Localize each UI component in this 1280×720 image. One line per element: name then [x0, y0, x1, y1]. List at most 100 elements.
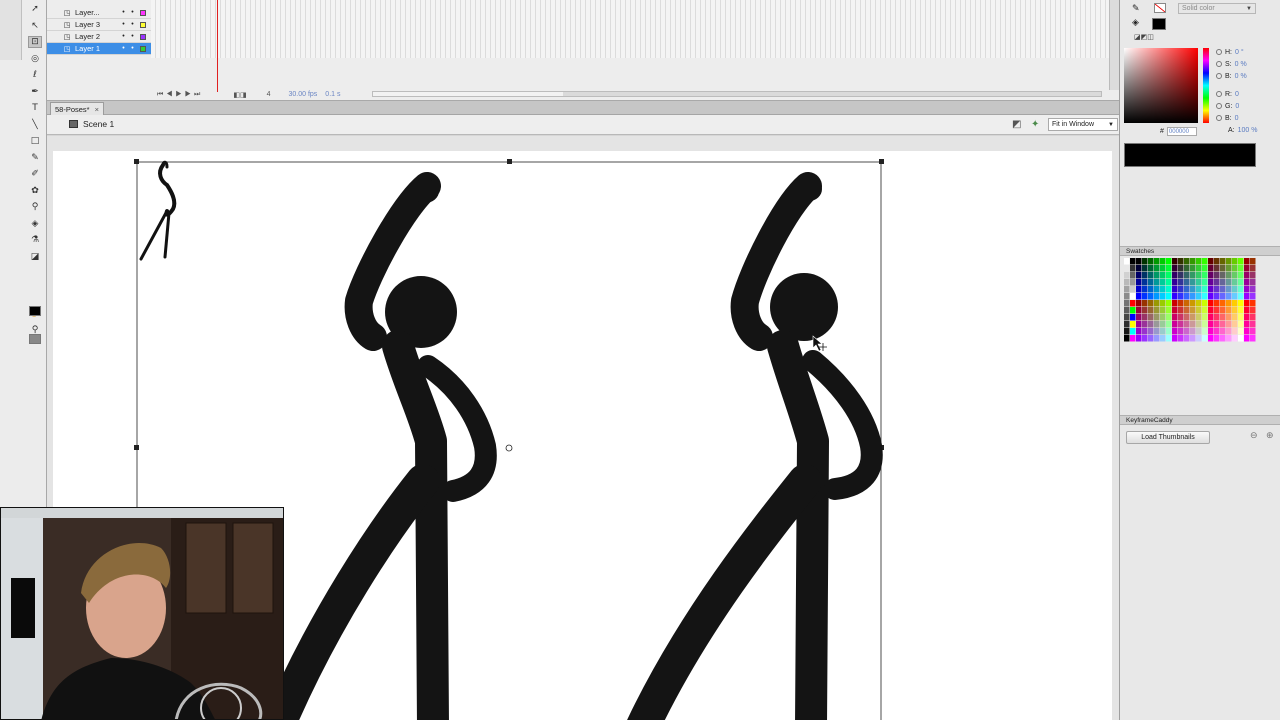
transform-handle-top[interactable]: [507, 159, 512, 164]
color-swatch[interactable]: [1166, 321, 1172, 328]
layer-row[interactable]: ◳ Layer... • •: [47, 7, 151, 19]
transform-handle-top-right[interactable]: [879, 159, 884, 164]
subselection-tool-icon[interactable]: ↖: [28, 20, 42, 32]
color-swatch[interactable]: [1172, 314, 1178, 321]
color-swatch[interactable]: [1238, 300, 1244, 307]
color-swatch[interactable]: [1166, 272, 1172, 279]
color-swatch[interactable]: [1148, 272, 1154, 279]
color-swatch[interactable]: [1202, 300, 1208, 307]
color-swatch[interactable]: [1202, 279, 1208, 286]
color-swatch[interactable]: [1142, 279, 1148, 286]
color-swatch[interactable]: [1226, 293, 1232, 300]
color-swatch[interactable]: [1160, 321, 1166, 328]
color-swatch[interactable]: [1232, 321, 1238, 328]
color-swatch[interactable]: [1250, 272, 1256, 279]
color-swatch[interactable]: [1166, 328, 1172, 335]
layer-visibility-toggle[interactable]: •: [119, 33, 128, 40]
transform-handle-left[interactable]: [134, 445, 139, 450]
color-swatch[interactable]: [1226, 265, 1232, 272]
color-swatch[interactable]: [1238, 321, 1244, 328]
hsb-radio[interactable]: [1216, 61, 1222, 67]
color-swatch[interactable]: [1226, 307, 1232, 314]
color-swatch[interactable]: [1172, 272, 1178, 279]
color-swatch[interactable]: [1142, 293, 1148, 300]
zoom-out-icon[interactable]: ⊖: [1250, 431, 1262, 443]
color-swatch[interactable]: [1250, 258, 1256, 265]
color-swatch[interactable]: [1148, 335, 1154, 342]
color-swatch[interactable]: [1202, 321, 1208, 328]
color-swatch[interactable]: [1190, 314, 1196, 321]
color-swatch[interactable]: [1148, 258, 1154, 265]
fill-color-chip[interactable]: [1152, 18, 1166, 30]
color-swatch[interactable]: [1238, 265, 1244, 272]
color-swatch[interactable]: [1166, 258, 1172, 265]
color-swatch[interactable]: [1220, 272, 1226, 279]
color-swatch[interactable]: [1190, 272, 1196, 279]
color-swatch[interactable]: [1208, 265, 1214, 272]
color-swatch[interactable]: [1178, 307, 1184, 314]
playhead[interactable]: [217, 0, 218, 92]
color-swatch[interactable]: [1214, 307, 1220, 314]
layer-row[interactable]: ◳ Layer 2 • •: [47, 31, 151, 43]
color-swatch[interactable]: [1184, 258, 1190, 265]
color-swatch[interactable]: [1166, 335, 1172, 342]
color-swatch[interactable]: [1202, 293, 1208, 300]
color-swatch[interactable]: [1238, 328, 1244, 335]
color-swatch[interactable]: [1214, 321, 1220, 328]
color-swatch[interactable]: [1250, 335, 1256, 342]
layer-name[interactable]: Layer 1: [75, 44, 119, 53]
color-swatch[interactable]: [1136, 335, 1142, 342]
color-swatch[interactable]: [1160, 286, 1166, 293]
color-swatch[interactable]: [1190, 286, 1196, 293]
color-swatch[interactable]: [1220, 335, 1226, 342]
color-swatch[interactable]: [1208, 321, 1214, 328]
color-swatch[interactable]: [1196, 272, 1202, 279]
color-swatch[interactable]: [1124, 321, 1130, 328]
color-swatch[interactable]: [1130, 300, 1136, 307]
close-icon[interactable]: ×: [95, 105, 99, 114]
color-swatch[interactable]: [1166, 279, 1172, 286]
color-swatch[interactable]: [1148, 314, 1154, 321]
color-picker-field[interactable]: [1124, 48, 1198, 123]
color-swatch[interactable]: [1142, 314, 1148, 321]
color-swatch[interactable]: [1148, 265, 1154, 272]
color-swatch[interactable]: [1196, 265, 1202, 272]
color-swatch[interactable]: [1172, 307, 1178, 314]
bone-tool-icon[interactable]: ⚲: [28, 201, 42, 213]
layer-row[interactable]: ◳ Layer 1 • •: [47, 43, 151, 55]
layer-outline-color[interactable]: [140, 45, 146, 52]
hex-input[interactable]: 000000: [1166, 127, 1197, 136]
color-swatch[interactable]: [1178, 265, 1184, 272]
scene-name[interactable]: Scene 1: [83, 119, 114, 129]
color-swatch[interactable]: [1190, 307, 1196, 314]
color-swatch[interactable]: [1244, 314, 1250, 321]
color-swatch[interactable]: [1130, 286, 1136, 293]
color-swatch[interactable]: [1196, 300, 1202, 307]
load-thumbnails-button[interactable]: Load Thumbnails: [1126, 431, 1210, 444]
color-swatch[interactable]: [1202, 265, 1208, 272]
color-swatch[interactable]: [1202, 335, 1208, 342]
color-swatch[interactable]: [1172, 293, 1178, 300]
color-swatch[interactable]: [1172, 321, 1178, 328]
color-swatch[interactable]: [1190, 258, 1196, 265]
color-swatch[interactable]: [1184, 328, 1190, 335]
color-swatch[interactable]: [1142, 272, 1148, 279]
color-swatch[interactable]: [1238, 286, 1244, 293]
alpha-value[interactable]: 100 %: [1238, 127, 1258, 134]
color-swatch[interactable]: [1208, 286, 1214, 293]
color-swatch[interactable]: [1232, 335, 1238, 342]
timeline-hscrollbar[interactable]: [372, 91, 1102, 97]
color-swatch[interactable]: [1124, 307, 1130, 314]
color-swatch[interactable]: [1166, 265, 1172, 272]
color-swatch[interactable]: [1124, 265, 1130, 272]
color-swatch[interactable]: [1124, 314, 1130, 321]
color-swatch[interactable]: [1154, 328, 1160, 335]
rgb-radio[interactable]: [1216, 115, 1222, 121]
color-swatch[interactable]: [1160, 300, 1166, 307]
color-swatch[interactable]: [1184, 293, 1190, 300]
brush-tool-icon[interactable]: ✐: [28, 168, 42, 180]
deco-tool-icon[interactable]: ✿: [28, 185, 42, 197]
frames-grid[interactable]: [151, 0, 1109, 58]
color-swatch[interactable]: [1148, 300, 1154, 307]
color-swatch[interactable]: [1148, 321, 1154, 328]
